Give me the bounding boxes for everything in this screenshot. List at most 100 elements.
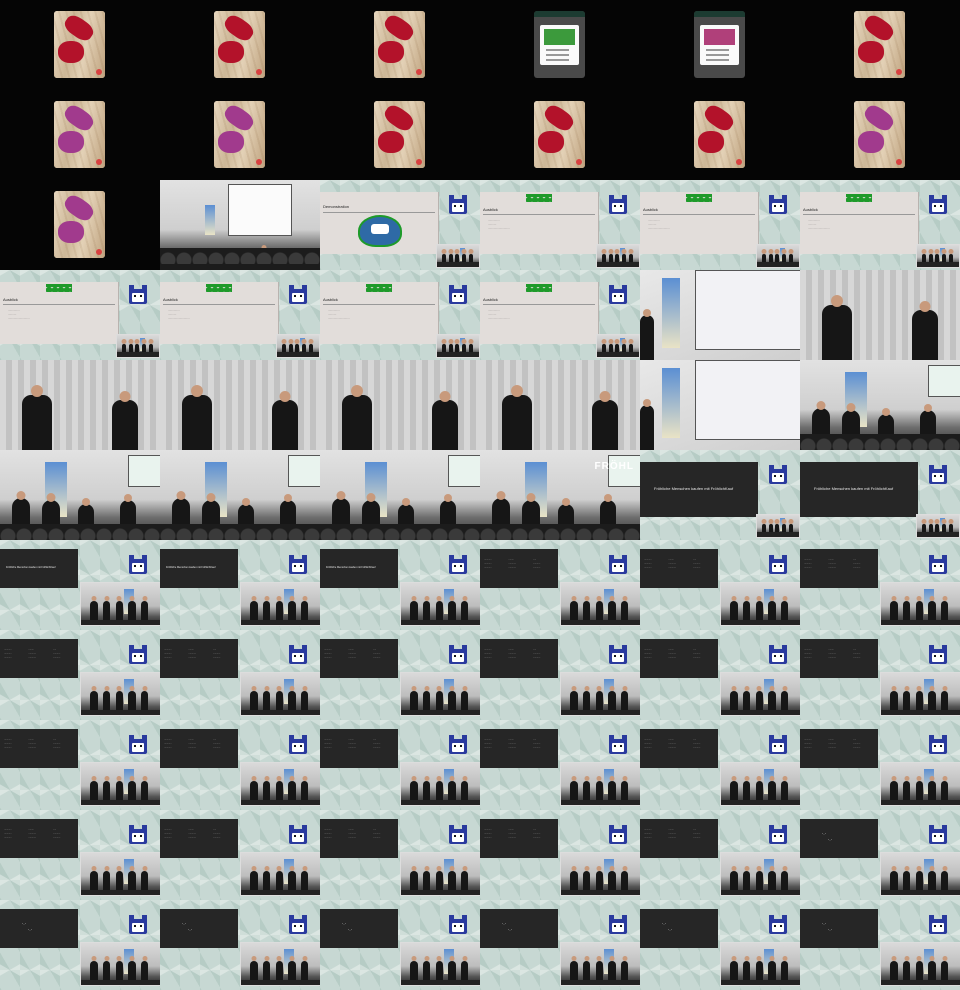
video-frame: "..." "..." xyxy=(0,900,160,990)
table-cell: ........... xyxy=(164,738,172,741)
cat-mascot-icon xyxy=(127,285,149,307)
speaker-head xyxy=(643,309,651,317)
speaker-head xyxy=(461,339,467,345)
speaker-figure xyxy=(755,596,763,620)
speaker-figure xyxy=(263,866,271,890)
speaker-head xyxy=(526,493,536,502)
table-cell: ........... xyxy=(692,746,701,749)
speaker-figure xyxy=(583,686,591,710)
slide-table: ........................................… xyxy=(484,648,554,659)
cat-mascot-icon xyxy=(287,915,309,937)
cat-face xyxy=(452,833,464,842)
slide-title: Fröhliche Menschen kaufen mit FröhlichKa… xyxy=(326,566,376,569)
audience-heads xyxy=(881,800,960,805)
video-frame xyxy=(160,360,320,450)
phone-screenshot xyxy=(694,11,745,78)
presentation-slide: Ausblick................................… xyxy=(0,282,119,344)
table-cell: ........... xyxy=(188,656,196,659)
cat-mascot-icon xyxy=(127,645,149,667)
speaker-head xyxy=(614,339,620,345)
table-cell: ........... xyxy=(532,836,541,839)
table-cell: ........... xyxy=(828,742,836,745)
slide-bullet: .......................... xyxy=(168,316,190,320)
slide-quote-line: "..." xyxy=(828,929,832,932)
table-cell: ........... xyxy=(348,742,356,745)
table-cell: ..... xyxy=(692,648,697,651)
speaker-figure xyxy=(621,686,629,710)
speaker-figure xyxy=(928,776,936,800)
picture-in-picture-stage xyxy=(436,244,480,268)
speaker-head xyxy=(276,686,282,692)
table-cell: ........... xyxy=(188,746,196,749)
table-cell: ........... xyxy=(852,562,861,565)
record-indicator-icon xyxy=(96,249,102,255)
video-frame: "..." "..." xyxy=(320,900,480,990)
cat-mascot-icon xyxy=(607,195,629,217)
presentation-slide: ........................................… xyxy=(480,639,558,678)
audience-heads xyxy=(881,980,960,985)
slide-table: ........................................… xyxy=(484,558,554,569)
phone-status-bar xyxy=(534,11,585,17)
video-frame xyxy=(0,180,160,270)
speaker-head xyxy=(769,776,775,782)
table-cell: ........... xyxy=(804,738,812,741)
speaker-head xyxy=(289,866,295,872)
speaker-figure xyxy=(781,956,789,980)
table-cell: ........... xyxy=(804,742,812,745)
speaker-head xyxy=(116,776,122,782)
cat-mascot-icon xyxy=(127,915,149,937)
table-cell: ........... xyxy=(4,656,12,659)
speaker-head xyxy=(781,249,787,255)
table-cell: ........... xyxy=(508,562,516,565)
speaker-head xyxy=(782,866,788,872)
picture-in-picture-stage xyxy=(596,244,640,268)
slider-track xyxy=(546,49,569,51)
slide-divider xyxy=(643,214,755,215)
video-frame xyxy=(0,360,160,450)
speaker-head xyxy=(142,776,148,782)
table-cell: ........... xyxy=(28,832,36,835)
cat-face xyxy=(452,653,464,662)
picture-in-picture-stage xyxy=(240,762,320,806)
table-cell: ........... xyxy=(28,652,36,655)
record-indicator-icon xyxy=(96,69,102,75)
table-cell: ........ xyxy=(828,648,834,651)
cat-face xyxy=(452,743,464,752)
speaker-head xyxy=(449,596,455,602)
speaker-figure xyxy=(743,956,751,980)
table-cell: ........... xyxy=(188,742,196,745)
speaker-figure xyxy=(583,866,591,890)
picture-in-picture-stage xyxy=(80,762,160,806)
table-cell: ........ xyxy=(508,738,514,741)
speaker-head xyxy=(608,249,614,255)
table-cell: ........... xyxy=(164,836,172,839)
video-frame: ........................................… xyxy=(800,720,960,810)
slide-quote-line: "..." xyxy=(342,923,346,926)
speaker-head xyxy=(781,519,787,525)
speaker-figure xyxy=(608,956,616,980)
speaker-head xyxy=(264,866,270,872)
speaker-head xyxy=(104,776,110,782)
table-cell: ........... xyxy=(188,836,196,839)
speaker-figure xyxy=(781,866,789,890)
speaker-figure xyxy=(768,866,776,890)
table-cell: ........ xyxy=(348,648,354,651)
picture-in-picture-stage xyxy=(240,672,320,716)
cat-face xyxy=(452,563,464,572)
speaker-head xyxy=(141,339,147,345)
picture-in-picture-stage xyxy=(596,334,640,358)
speaker-head xyxy=(596,686,602,692)
cat-mascot-icon xyxy=(767,735,789,757)
table-cell: ........... xyxy=(52,652,61,655)
table-cell: ........... xyxy=(484,648,492,651)
presentation-slide: ........................................… xyxy=(160,819,238,858)
audience-heads xyxy=(277,352,319,357)
speaker-figure xyxy=(730,956,738,980)
cat-face xyxy=(132,833,144,842)
video-frame: Ausblick................................… xyxy=(320,270,480,360)
speaker-head xyxy=(251,596,257,602)
video-frame xyxy=(480,0,640,90)
picture-in-picture-stage xyxy=(756,514,800,538)
speaker-head xyxy=(308,339,314,345)
table-cell: ........... xyxy=(484,832,492,835)
